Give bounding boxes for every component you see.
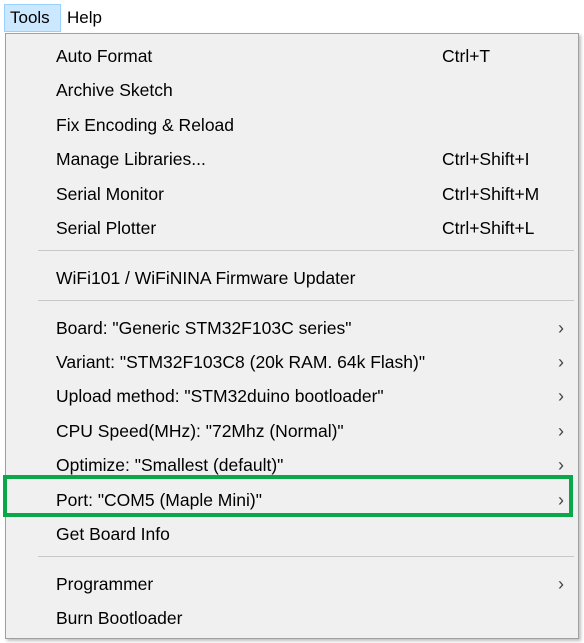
menu-item-label: Fix Encoding & Reload <box>56 115 235 135</box>
menu-item-label: Port: "COM5 (Maple Mini)" <box>56 490 262 510</box>
menu-item-archive-sketch[interactable]: Archive Sketch <box>6 73 578 107</box>
menu-item-label: Variant: "STM32F103C8 (20k RAM. 64k Flas… <box>56 352 426 372</box>
menu-item-label: Manage Libraries... <box>56 149 206 169</box>
chevron-right-icon: › <box>558 318 564 338</box>
menu-item-get-board-info[interactable]: Get Board Info <box>6 517 578 551</box>
menu-item-serial-monitor[interactable]: Serial Monitor Ctrl+Shift+M <box>6 177 578 211</box>
menu-item-shortcut: Ctrl+Shift+L <box>442 218 535 238</box>
menu-tools[interactable]: Tools <box>4 4 61 32</box>
menu-item-fix-encoding[interactable]: Fix Encoding & Reload <box>6 108 578 142</box>
chevron-right-icon: › <box>558 386 564 406</box>
menu-item-label: Upload method: "STM32duino bootloader" <box>56 386 384 406</box>
menu-item-burn-bootloader[interactable]: Burn Bootloader <box>6 601 578 635</box>
menu-item-port[interactable]: Port: "COM5 (Maple Mini)" › <box>6 483 578 517</box>
menu-bar: Tools Help <box>0 0 584 34</box>
menu-separator <box>38 556 574 557</box>
chevron-right-icon: › <box>558 574 564 594</box>
menu-item-auto-format[interactable]: Auto Format Ctrl+T <box>6 39 578 73</box>
chevron-right-icon: › <box>558 421 564 441</box>
menu-item-label: Serial Plotter <box>56 218 157 238</box>
menu-item-shortcut: Ctrl+Shift+M <box>442 184 540 204</box>
tools-dropdown-menu: Auto Format Ctrl+T Archive Sketch Fix En… <box>5 33 579 639</box>
menu-item-upload-method[interactable]: Upload method: "STM32duino bootloader" › <box>6 379 578 413</box>
menu-item-programmer[interactable]: Programmer › <box>6 567 578 601</box>
menu-item-label: Get Board Info <box>56 524 170 544</box>
menu-item-cpu-speed[interactable]: CPU Speed(MHz): "72Mhz (Normal)" › <box>6 414 578 448</box>
chevron-right-icon: › <box>558 490 564 510</box>
menu-item-label: Board: "Generic STM32F103C series" <box>56 318 352 338</box>
menu-item-label: Serial Monitor <box>56 184 164 204</box>
menu-item-board[interactable]: Board: "Generic STM32F103C series" › <box>6 311 578 345</box>
menu-item-shortcut: Ctrl+T <box>442 46 491 66</box>
menu-item-optimize[interactable]: Optimize: "Smallest (default)" › <box>6 448 578 482</box>
menu-item-label: Archive Sketch <box>56 80 173 100</box>
menu-item-serial-plotter[interactable]: Serial Plotter Ctrl+Shift+L <box>6 211 578 245</box>
menu-item-label: CPU Speed(MHz): "72Mhz (Normal)" <box>56 421 344 441</box>
menu-help[interactable]: Help <box>62 4 107 32</box>
menu-item-label: Programmer <box>56 574 154 594</box>
menu-item-manage-libraries[interactable]: Manage Libraries... Ctrl+Shift+I <box>6 142 578 176</box>
menu-item-shortcut: Ctrl+Shift+I <box>442 149 530 169</box>
menu-item-label: Auto Format <box>56 46 153 66</box>
menu-item-label: WiFi101 / WiFiNINA Firmware Updater <box>56 268 356 288</box>
menu-item-label: Burn Bootloader <box>56 608 183 628</box>
chevron-right-icon: › <box>558 455 564 475</box>
chevron-right-icon: › <box>558 352 564 372</box>
menu-separator <box>38 300 574 301</box>
menu-item-variant[interactable]: Variant: "STM32F103C8 (20k RAM. 64k Flas… <box>6 345 578 379</box>
menu-item-label: Optimize: "Smallest (default)" <box>56 455 284 475</box>
menu-item-firmware-updater[interactable]: WiFi101 / WiFiNINA Firmware Updater <box>6 261 578 295</box>
menu-separator <box>38 250 574 251</box>
